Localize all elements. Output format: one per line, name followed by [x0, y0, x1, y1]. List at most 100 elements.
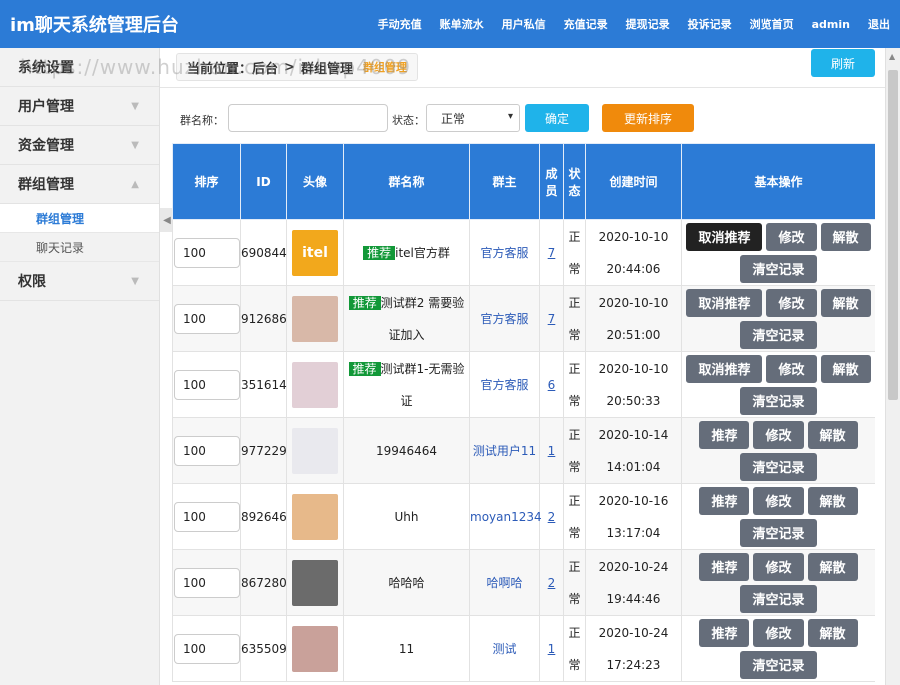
scrollbar-thumb[interactable] [888, 70, 898, 400]
row-action-button[interactable]: 推荐 [699, 619, 749, 647]
created-time-cell: 2020-10-1020:44:06 [586, 220, 682, 286]
top-nav-item[interactable]: 投诉记录 [688, 16, 732, 32]
top-nav-item[interactable]: 账单流水 [440, 16, 484, 32]
status-cell: 正常 [564, 616, 586, 682]
row-action-button[interactable]: 修改 [753, 487, 803, 515]
breadcrumb-section[interactable]: 群组管理 [301, 58, 353, 77]
row-action-button[interactable]: 修改 [766, 355, 816, 383]
breadcrumb-bar: 当前位置： 后台 > 群组管理 群组管理 刷新 [160, 48, 885, 88]
row-action-button[interactable]: 修改 [766, 289, 816, 317]
sort-input[interactable]: 100 [174, 568, 240, 598]
row-actions: 取消推荐修改解散清空记录 [682, 223, 875, 283]
row-action-button[interactable]: 解散 [821, 355, 871, 383]
owner-link[interactable]: 官方客服 [480, 312, 528, 326]
members-link[interactable]: 2 [548, 576, 556, 590]
sort-input[interactable]: 100 [174, 238, 240, 268]
actions-cell: 推荐修改解散清空记录 [682, 616, 876, 682]
row-action-button[interactable]: 推荐 [699, 553, 749, 581]
top-nav-item[interactable]: 提现记录 [626, 16, 670, 32]
row-action-button[interactable]: 推荐 [699, 421, 749, 449]
top-nav-item[interactable]: 退出 [868, 16, 890, 32]
created-time: 20:50:33 [586, 385, 681, 417]
sidebar-subitem-chat-records[interactable]: 聊天记录 [0, 233, 159, 262]
column-header: 群名称 [344, 144, 470, 220]
row-action-button[interactable]: 取消推荐 [686, 223, 762, 251]
row-action-button[interactable]: 修改 [753, 553, 803, 581]
row-action-button[interactable]: 修改 [753, 421, 803, 449]
members-link[interactable]: 2 [548, 510, 556, 524]
breadcrumb-home[interactable]: 后台 [252, 58, 278, 77]
row-action-button[interactable]: 清空记录 [740, 453, 816, 481]
avatar [292, 560, 338, 606]
app-title: im聊天系统管理后台 [10, 11, 179, 37]
owner-link[interactable]: 测试用户11 [473, 444, 536, 458]
confirm-button[interactable]: 确定 [525, 104, 589, 132]
members-link[interactable]: 7 [548, 246, 556, 260]
row-action-button[interactable]: 解散 [808, 553, 858, 581]
table-row: 100 351614 推荐测试群1-无需验证 官方客服 6 正常 2020-10… [173, 352, 876, 418]
row-action-button[interactable]: 解散 [808, 421, 858, 449]
sidebar-item-permissions[interactable]: 权限 ▼ [0, 262, 159, 301]
row-action-button[interactable]: 修改 [766, 223, 816, 251]
sort-cell: 100 [173, 418, 241, 484]
created-date: 2020-10-16 [586, 485, 681, 517]
status-select[interactable]: 正常 ▾ [426, 104, 520, 132]
owner-link[interactable]: 官方客服 [480, 378, 528, 392]
update-sort-button[interactable]: 更新排序 [602, 104, 694, 132]
row-actions: 推荐修改解散清空记录 [682, 553, 875, 613]
row-action-button[interactable]: 清空记录 [740, 519, 816, 547]
owner-link[interactable]: 官方客服 [480, 246, 528, 260]
sidebar-item-user-management[interactable]: 用户管理 ▼ [0, 87, 159, 126]
sidebar-subitem-group-management[interactable]: 群组管理 [0, 204, 159, 233]
members-link[interactable]: 7 [548, 312, 556, 326]
row-action-button[interactable]: 修改 [753, 619, 803, 647]
chevron-down-icon: ▼ [131, 276, 139, 287]
sort-input[interactable]: 100 [174, 436, 240, 466]
sort-input[interactable]: 100 [174, 304, 240, 334]
row-action-button[interactable]: 清空记录 [740, 387, 816, 415]
actions-cell: 取消推荐修改解散清空记录 [682, 220, 876, 286]
sort-input[interactable]: 100 [174, 634, 240, 664]
created-time-cell: 2020-10-1613:17:04 [586, 484, 682, 550]
sort-input[interactable]: 100 [174, 370, 240, 400]
group-name-input[interactable] [228, 104, 388, 132]
sidebar-item-group-management[interactable]: 群组管理 ▲ [0, 165, 159, 204]
members-link[interactable]: 1 [548, 444, 556, 458]
page-scrollbar[interactable]: ▲ [885, 48, 900, 685]
row-action-button[interactable]: 取消推荐 [686, 289, 762, 317]
top-nav-item[interactable]: 充值记录 [564, 16, 608, 32]
row-action-button[interactable]: 解散 [808, 619, 858, 647]
members-link[interactable]: 1 [548, 642, 556, 656]
scroll-up-icon[interactable]: ▲ [889, 52, 895, 61]
row-action-button[interactable]: 解散 [808, 487, 858, 515]
recommend-badge: 推荐 [349, 362, 381, 376]
row-actions: 推荐修改解散清空记录 [682, 421, 875, 481]
top-nav-item[interactable]: 用户私信 [502, 16, 546, 32]
row-action-button[interactable]: 解散 [821, 223, 871, 251]
owner-link[interactable]: moyan1234 [470, 510, 542, 524]
owner-link[interactable]: 哈啊哈 [486, 576, 522, 590]
sidebar-item-label: 用户管理 [18, 96, 74, 116]
row-action-button[interactable]: 清空记录 [740, 585, 816, 613]
table-row: 100 867280 哈哈哈 哈啊哈 2 正常 2020-10-2419:44:… [173, 550, 876, 616]
group-name: Uhh [395, 510, 419, 524]
row-action-button[interactable]: 清空记录 [740, 321, 816, 349]
row-action-button[interactable]: 取消推荐 [686, 355, 762, 383]
members-cell: 7 [540, 220, 564, 286]
members-link[interactable]: 6 [548, 378, 556, 392]
top-nav-item[interactable]: 浏览首页 [750, 16, 794, 32]
refresh-button[interactable]: 刷新 [811, 49, 875, 77]
created-time: 20:51:00 [586, 319, 681, 351]
row-action-button[interactable]: 清空记录 [740, 651, 816, 679]
sidebar: 系统设置 用户管理 ▼ 资金管理 ▼ 群组管理 ▲ 群组管理 聊天记录 权限 ▼ [0, 48, 160, 685]
row-action-button[interactable]: 解散 [821, 289, 871, 317]
row-action-button[interactable]: 清空记录 [740, 255, 816, 283]
sort-input[interactable]: 100 [174, 502, 240, 532]
owner-link[interactable]: 测试 [492, 642, 516, 656]
top-nav-item[interactable]: 手动充值 [378, 16, 422, 32]
top-nav-item[interactable]: admin [812, 18, 850, 31]
status-cell: 正常 [564, 484, 586, 550]
row-action-button[interactable]: 推荐 [699, 487, 749, 515]
sidebar-item-finance-management[interactable]: 资金管理 ▼ [0, 126, 159, 165]
sidebar-item-system-settings[interactable]: 系统设置 [0, 48, 159, 87]
